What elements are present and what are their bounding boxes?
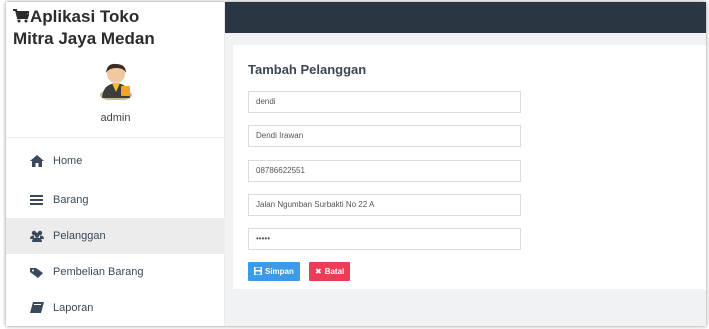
sidebar-divider — [6, 137, 225, 138]
sidebar-item-home[interactable]: Home — [6, 143, 225, 179]
save-button-label: Simpan — [265, 267, 294, 276]
cancel-button-label: Batal — [324, 267, 345, 276]
sidebar-item-laporan[interactable]: Laporan — [6, 290, 225, 326]
cancel-button[interactable]: ✖ Batal — [309, 262, 351, 281]
close-icon: ✖ — [315, 267, 322, 276]
sidebar-item-label: Pelanggan — [53, 230, 106, 242]
brand-line-2: Mitra Jaya Medan — [13, 29, 155, 48]
tag-icon — [30, 268, 43, 278]
sidebar-item-pelanggan[interactable]: Pelanggan — [6, 218, 225, 254]
page-title: Tambah Pelanggan — [248, 62, 367, 77]
user-name: admin — [100, 112, 131, 124]
home-icon — [30, 155, 44, 167]
phone-field[interactable]: 08786622551 — [248, 160, 521, 182]
list-icon — [30, 195, 43, 205]
username-field[interactable]: dendi — [248, 91, 521, 113]
password-field[interactable]: ••••• — [248, 228, 521, 250]
brand-line-1: Aplikasi Toko — [30, 7, 140, 26]
sidebar-item-label: Pembelian Barang — [53, 266, 144, 278]
sidebar: Aplikasi Toko Mitra Jaya Medan admin Hom… — [6, 2, 225, 326]
sidebar-item-label: Barang — [53, 194, 89, 206]
floppy-icon — [254, 266, 262, 277]
address-field[interactable]: Jalan Ngumban Surbakti No 22 A — [248, 194, 521, 216]
save-button[interactable]: Simpan — [248, 262, 300, 281]
form-card: Tambah Pelanggan dendi Dendi Irawan 0878… — [233, 45, 706, 289]
sidebar-item-label: Laporan — [53, 302, 94, 314]
app-window: Aplikasi Toko Mitra Jaya Medan admin Hom… — [6, 2, 706, 326]
sidebar-item-pembelian-barang[interactable]: Pembelian Barang — [6, 254, 225, 290]
book-icon — [30, 302, 44, 313]
cart-icon — [13, 9, 29, 23]
name-field[interactable]: Dendi Irawan — [248, 125, 521, 147]
sidebar-item-barang[interactable]: Barang — [6, 182, 225, 218]
main-content: Tambah Pelanggan dendi Dendi Irawan 0878… — [225, 33, 706, 326]
users-icon — [30, 230, 44, 242]
avatar — [100, 63, 132, 100]
brand-title[interactable]: Aplikasi Toko Mitra Jaya Medan — [13, 6, 218, 50]
top-navbar — [225, 2, 706, 33]
sidebar-item-label: Home — [53, 155, 83, 167]
